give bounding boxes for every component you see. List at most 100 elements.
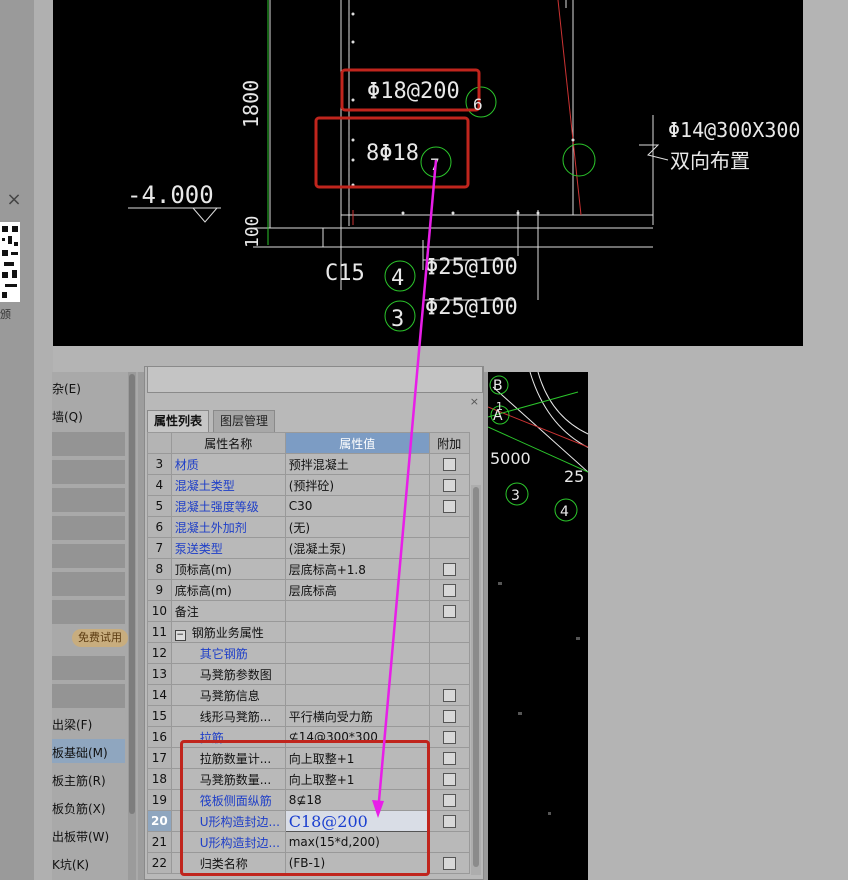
extra-cell [428,642,470,664]
extra-cell [428,453,470,475]
extra-checkbox[interactable] [442,479,456,492]
property-name: 线形马凳筋... [170,705,286,727]
extra-cell [428,516,470,538]
property-value[interactable]: (混凝土泵) [284,537,430,559]
nav-scrollbar-thumb[interactable] [129,374,135,814]
extra-checkbox[interactable] [442,710,456,723]
free-trial-badge[interactable]: 免费试用 [72,629,128,647]
extra-checkbox[interactable] [442,605,456,618]
close-icon[interactable]: × [4,190,24,210]
cad-drawing-right[interactable]: B A 1 5000 25 3 4 [488,372,588,880]
nav-item-main-rebar[interactable]: 板主筋(R) [52,772,106,789]
conc-label: C15 [325,261,365,286]
extra-cell [428,663,470,685]
nav-block[interactable] [52,656,125,680]
nav-item-beam[interactable]: 出梁(F) [52,716,92,733]
qr-code-image [0,222,20,302]
nav-block[interactable] [52,572,125,596]
extra-checkbox[interactable] [442,584,456,597]
property-row[interactable]: 13 马凳筋参数图 [147,663,470,685]
property-value[interactable]: 平行横向受力筋 [284,705,430,727]
row-number: 13 [147,663,172,685]
extra-checkbox[interactable] [442,563,456,576]
panel-scrollbar[interactable] [471,485,481,875]
property-value[interactable]: (无) [284,516,430,538]
nav-block[interactable] [52,600,125,624]
nav-item-misc[interactable]: 杂(E) [52,380,81,397]
extra-checkbox[interactable] [442,815,456,828]
property-value[interactable] [284,684,430,706]
property-name: 混凝土强度等级 [170,495,286,517]
nav-item-slab-strip[interactable]: 出板带(W) [52,828,109,845]
extra-checkbox[interactable] [442,731,456,744]
extra-checkbox[interactable] [442,857,456,870]
panel-top-box [147,367,483,393]
rebar-label-a: Φ18@200 [367,79,460,104]
extra-checkbox[interactable] [442,773,456,786]
property-row[interactable]: 12 其它钢筋 [147,642,470,664]
property-row[interactable]: 11− 钢筋业务属性 [147,621,470,643]
nav-item-raft-foundation[interactable]: 板基础(M) [52,744,108,761]
property-name: 顶标高(m) [170,558,286,580]
extra-cell [428,474,470,496]
rebar-label-d: Φ25@100 [425,255,518,280]
extra-cell [428,789,470,811]
property-row[interactable]: 8 顶标高(m) 层底标高+1.8 [147,558,470,580]
property-row[interactable]: 15 线形马凳筋... 平行横向受力筋 [147,705,470,727]
extra-cell [428,495,470,517]
extra-checkbox[interactable] [442,794,456,807]
tab-layer-management[interactable]: 图层管理 [213,410,276,433]
property-value[interactable] [284,663,430,685]
nav-block[interactable] [52,488,125,512]
extra-checkbox[interactable] [442,689,456,702]
row-number: 11 [147,621,172,643]
property-row[interactable]: 9 底标高(m) 层底标高 [147,579,470,601]
rebar-label-b: 8Φ18 [366,141,419,166]
nav-block[interactable] [52,544,125,568]
property-name: 其它钢筋 [170,642,286,664]
nav-item-wall[interactable]: 墙(Q) [52,408,83,425]
property-row[interactable]: 6 混凝土外加剂 (无) [147,516,470,538]
property-name: − 钢筋业务属性 [170,621,286,643]
property-row[interactable]: 10 备注 [147,600,470,622]
property-value[interactable]: (预拌砼) [284,474,430,496]
nav-block[interactable] [52,432,125,456]
property-value[interactable]: 层底标高+1.8 [284,558,430,580]
tab-property-list[interactable]: 属性列表 [147,410,210,433]
nav-block[interactable] [52,460,125,484]
nav-item-neg-rebar[interactable]: 板负筋(X) [52,800,106,817]
property-value[interactable] [284,621,430,643]
extra-checkbox[interactable] [442,752,456,765]
property-row[interactable]: 4 混凝土类型 (预拌砼) [147,474,470,496]
panel-scrollbar-thumb[interactable] [473,487,479,867]
rebar-label-e: Φ25@100 [425,295,518,320]
nav-item-pit[interactable]: K坑(K) [52,856,89,873]
nav-block[interactable] [52,684,125,708]
group-label: 钢筋业务属性 [191,625,264,640]
nav-scrollbar[interactable] [128,372,136,880]
extra-cell [428,810,470,832]
axis-b-label: B [493,378,503,394]
property-value[interactable]: 预拌混凝土 [284,453,430,475]
nav-block[interactable] [52,516,125,540]
property-row[interactable]: 14 马凳筋信息 [147,684,470,706]
cad-drawing-top[interactable]: 1800 100 -4.000 Φ18@200 8Φ18 Φ14@300X300… [53,0,803,346]
dim-5000-label: 5000 [490,449,531,468]
property-row[interactable]: 7 泵送类型 (混凝土泵) [147,537,470,559]
collapse-toggle-icon[interactable]: − [174,629,186,641]
panel-close-icon[interactable]: × [470,395,479,408]
extra-checkbox[interactable] [442,500,456,513]
property-row[interactable]: 3 材质 预拌混凝土 [147,453,470,475]
property-value[interactable] [284,642,430,664]
property-value[interactable] [284,600,430,622]
extra-checkbox[interactable] [442,458,456,471]
dim-100: 100 [242,215,263,248]
dim-25-label: 25 [564,467,584,486]
row-number: 6 [147,516,172,538]
grid-header-name: 属性名称 [170,432,286,454]
row-number: 18 [147,768,172,790]
highlight-box-rows [180,740,430,876]
property-row[interactable]: 5 混凝土强度等级 C30 [147,495,470,517]
property-value[interactable]: C30 [284,495,430,517]
property-value[interactable]: 层底标高 [284,579,430,601]
